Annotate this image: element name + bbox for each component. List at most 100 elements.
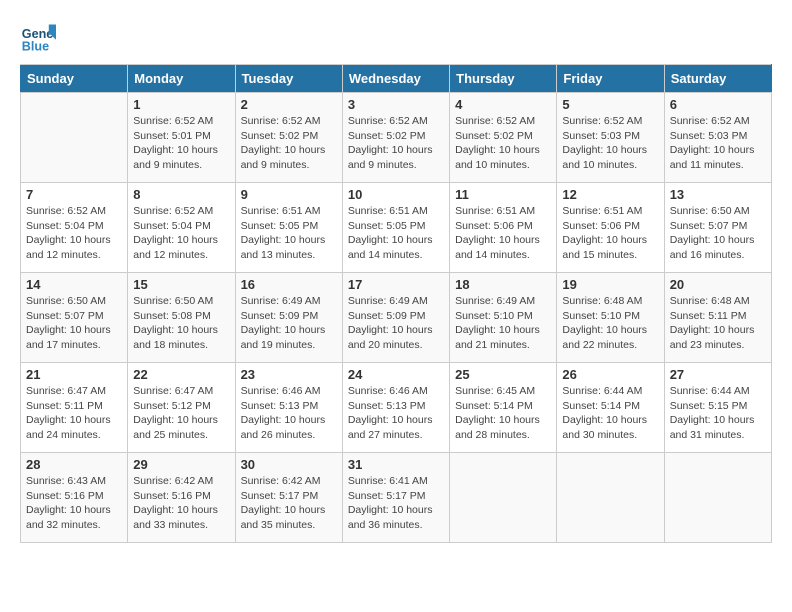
day-info: Sunrise: 6:47 AMSunset: 5:11 PMDaylight:… bbox=[26, 384, 122, 443]
day-cell: 25 Sunrise: 6:45 AMSunset: 5:14 PMDayligh… bbox=[450, 363, 557, 453]
day-number: 7 bbox=[26, 187, 122, 202]
day-info: Sunrise: 6:52 AMSunset: 5:04 PMDaylight:… bbox=[133, 204, 229, 263]
day-cell bbox=[557, 453, 664, 543]
day-cell: 16 Sunrise: 6:49 AMSunset: 5:09 PMDayligh… bbox=[235, 273, 342, 363]
week-row-5: 28 Sunrise: 6:43 AMSunset: 5:16 PMDayligh… bbox=[21, 453, 772, 543]
day-info: Sunrise: 6:43 AMSunset: 5:16 PMDaylight:… bbox=[26, 474, 122, 533]
svg-text:Blue: Blue bbox=[22, 40, 49, 54]
week-row-2: 7 Sunrise: 6:52 AMSunset: 5:04 PMDaylight… bbox=[21, 183, 772, 273]
day-number: 27 bbox=[670, 367, 766, 382]
day-number: 2 bbox=[241, 97, 337, 112]
day-info: Sunrise: 6:50 AMSunset: 5:07 PMDaylight:… bbox=[26, 294, 122, 353]
day-cell: 24Sunrise: 6:46 AMSunset: 5:13 PMDayligh… bbox=[342, 363, 449, 453]
day-cell bbox=[450, 453, 557, 543]
day-number: 26 bbox=[562, 367, 658, 382]
day-number: 13 bbox=[670, 187, 766, 202]
day-info: Sunrise: 6:51 AMSunset: 5:05 PMDaylight:… bbox=[348, 204, 444, 263]
day-cell: 20 Sunrise: 6:48 AMSunset: 5:11 PMDayligh… bbox=[664, 273, 771, 363]
day-info: Sunrise: 6:51 AMSunset: 5:05 PMDaylight:… bbox=[241, 204, 337, 263]
day-info: Sunrise: 6:49 AMSunset: 5:09 PMDaylight:… bbox=[348, 294, 444, 353]
day-info: Sunrise: 6:48 AMSunset: 5:10 PMDaylight:… bbox=[562, 294, 658, 353]
day-number: 20 bbox=[670, 277, 766, 292]
day-cell: 19 Sunrise: 6:48 AMSunset: 5:10 PMDayligh… bbox=[557, 273, 664, 363]
day-number: 31 bbox=[348, 457, 444, 472]
day-number: 17 bbox=[348, 277, 444, 292]
day-number: 19 bbox=[562, 277, 658, 292]
day-header-wednesday: Wednesday bbox=[342, 65, 449, 93]
day-number: 15 bbox=[133, 277, 229, 292]
day-header-friday: Friday bbox=[557, 65, 664, 93]
logo: General Blue bbox=[20, 20, 56, 56]
day-cell: 27 Sunrise: 6:44 AMSunset: 5:15 PMDayligh… bbox=[664, 363, 771, 453]
day-cell: 10 Sunrise: 6:51 AMSunset: 5:05 PMDayligh… bbox=[342, 183, 449, 273]
day-info: Sunrise: 6:50 AMSunset: 5:07 PMDaylight:… bbox=[670, 204, 766, 263]
day-number: 30 bbox=[241, 457, 337, 472]
day-cell: 26 Sunrise: 6:44 AMSunset: 5:14 PMDayligh… bbox=[557, 363, 664, 453]
day-info: Sunrise: 6:52 AMSunset: 5:01 PMDaylight:… bbox=[133, 114, 229, 173]
day-number: 10 bbox=[348, 187, 444, 202]
day-number: 16 bbox=[241, 277, 337, 292]
week-row-1: 1 Sunrise: 6:52 AMSunset: 5:01 PMDaylight… bbox=[21, 93, 772, 183]
day-cell: 1 Sunrise: 6:52 AMSunset: 5:01 PMDaylight… bbox=[128, 93, 235, 183]
day-number: 12 bbox=[562, 187, 658, 202]
day-cell: 12 Sunrise: 6:51 AMSunset: 5:06 PMDayligh… bbox=[557, 183, 664, 273]
day-header-thursday: Thursday bbox=[450, 65, 557, 93]
day-number: 28 bbox=[26, 457, 122, 472]
day-cell: 3Sunrise: 6:52 AMSunset: 5:02 PMDaylight… bbox=[342, 93, 449, 183]
day-cell: 17 Sunrise: 6:49 AMSunset: 5:09 PMDayligh… bbox=[342, 273, 449, 363]
day-number: 29 bbox=[133, 457, 229, 472]
day-number: 11 bbox=[455, 187, 551, 202]
day-info: Sunrise: 6:52 AMSunset: 5:04 PMDaylight:… bbox=[26, 204, 122, 263]
day-info: Sunrise: 6:48 AMSunset: 5:11 PMDaylight:… bbox=[670, 294, 766, 353]
day-number: 3 bbox=[348, 97, 444, 112]
day-cell: 8 Sunrise: 6:52 AMSunset: 5:04 PMDaylight… bbox=[128, 183, 235, 273]
day-cell: 13 Sunrise: 6:50 AMSunset: 5:07 PMDayligh… bbox=[664, 183, 771, 273]
day-cell: 30 Sunrise: 6:42 AMSunset: 5:17 PMDayligh… bbox=[235, 453, 342, 543]
day-number: 4 bbox=[455, 97, 551, 112]
day-number: 9 bbox=[241, 187, 337, 202]
day-number: 22 bbox=[133, 367, 229, 382]
day-info: Sunrise: 6:46 AMSunset: 5:13 PMDaylight:… bbox=[241, 384, 337, 443]
week-row-3: 14 Sunrise: 6:50 AMSunset: 5:07 PMDayligh… bbox=[21, 273, 772, 363]
day-cell bbox=[21, 93, 128, 183]
day-info: Sunrise: 6:49 AMSunset: 5:10 PMDaylight:… bbox=[455, 294, 551, 353]
day-number: 14 bbox=[26, 277, 122, 292]
day-cell: 23Sunrise: 6:46 AMSunset: 5:13 PMDayligh… bbox=[235, 363, 342, 453]
logo-icon: General Blue bbox=[20, 20, 56, 56]
calendar-table: SundayMondayTuesdayWednesdayThursdayFrid… bbox=[20, 64, 772, 543]
day-number: 8 bbox=[133, 187, 229, 202]
day-cell: 6Sunrise: 6:52 AMSunset: 5:03 PMDaylight… bbox=[664, 93, 771, 183]
day-info: Sunrise: 6:50 AMSunset: 5:08 PMDaylight:… bbox=[133, 294, 229, 353]
day-info: Sunrise: 6:52 AMSunset: 5:02 PMDaylight:… bbox=[455, 114, 551, 173]
day-cell: 29Sunrise: 6:42 AMSunset: 5:16 PMDayligh… bbox=[128, 453, 235, 543]
day-number: 25 bbox=[455, 367, 551, 382]
day-header-monday: Monday bbox=[128, 65, 235, 93]
day-cell: 5 Sunrise: 6:52 AMSunset: 5:03 PMDaylight… bbox=[557, 93, 664, 183]
day-number: 1 bbox=[133, 97, 229, 112]
day-number: 18 bbox=[455, 277, 551, 292]
day-cell: 9 Sunrise: 6:51 AMSunset: 5:05 PMDaylight… bbox=[235, 183, 342, 273]
day-cell: 31Sunrise: 6:41 AMSunset: 5:17 PMDayligh… bbox=[342, 453, 449, 543]
day-cell: 11Sunrise: 6:51 AMSunset: 5:06 PMDayligh… bbox=[450, 183, 557, 273]
day-cell: 28 Sunrise: 6:43 AMSunset: 5:16 PMDayligh… bbox=[21, 453, 128, 543]
day-info: Sunrise: 6:44 AMSunset: 5:15 PMDaylight:… bbox=[670, 384, 766, 443]
page-header: General Blue bbox=[20, 20, 772, 56]
day-number: 5 bbox=[562, 97, 658, 112]
day-info: Sunrise: 6:52 AMSunset: 5:03 PMDaylight:… bbox=[562, 114, 658, 173]
day-info: Sunrise: 6:44 AMSunset: 5:14 PMDaylight:… bbox=[562, 384, 658, 443]
days-header-row: SundayMondayTuesdayWednesdayThursdayFrid… bbox=[21, 65, 772, 93]
day-info: Sunrise: 6:42 AMSunset: 5:17 PMDaylight:… bbox=[241, 474, 337, 533]
day-info: Sunrise: 6:45 AMSunset: 5:14 PMDaylight:… bbox=[455, 384, 551, 443]
day-cell bbox=[664, 453, 771, 543]
day-cell: 18 Sunrise: 6:49 AMSunset: 5:10 PMDayligh… bbox=[450, 273, 557, 363]
day-number: 21 bbox=[26, 367, 122, 382]
day-cell: 21 Sunrise: 6:47 AMSunset: 5:11 PMDayligh… bbox=[21, 363, 128, 453]
day-info: Sunrise: 6:49 AMSunset: 5:09 PMDaylight:… bbox=[241, 294, 337, 353]
day-info: Sunrise: 6:51 AMSunset: 5:06 PMDaylight:… bbox=[562, 204, 658, 263]
day-header-saturday: Saturday bbox=[664, 65, 771, 93]
day-info: Sunrise: 6:52 AMSunset: 5:02 PMDaylight:… bbox=[241, 114, 337, 173]
week-row-4: 21 Sunrise: 6:47 AMSunset: 5:11 PMDayligh… bbox=[21, 363, 772, 453]
day-header-tuesday: Tuesday bbox=[235, 65, 342, 93]
day-cell: 2 Sunrise: 6:52 AMSunset: 5:02 PMDaylight… bbox=[235, 93, 342, 183]
day-info: Sunrise: 6:46 AMSunset: 5:13 PMDaylight:… bbox=[348, 384, 444, 443]
